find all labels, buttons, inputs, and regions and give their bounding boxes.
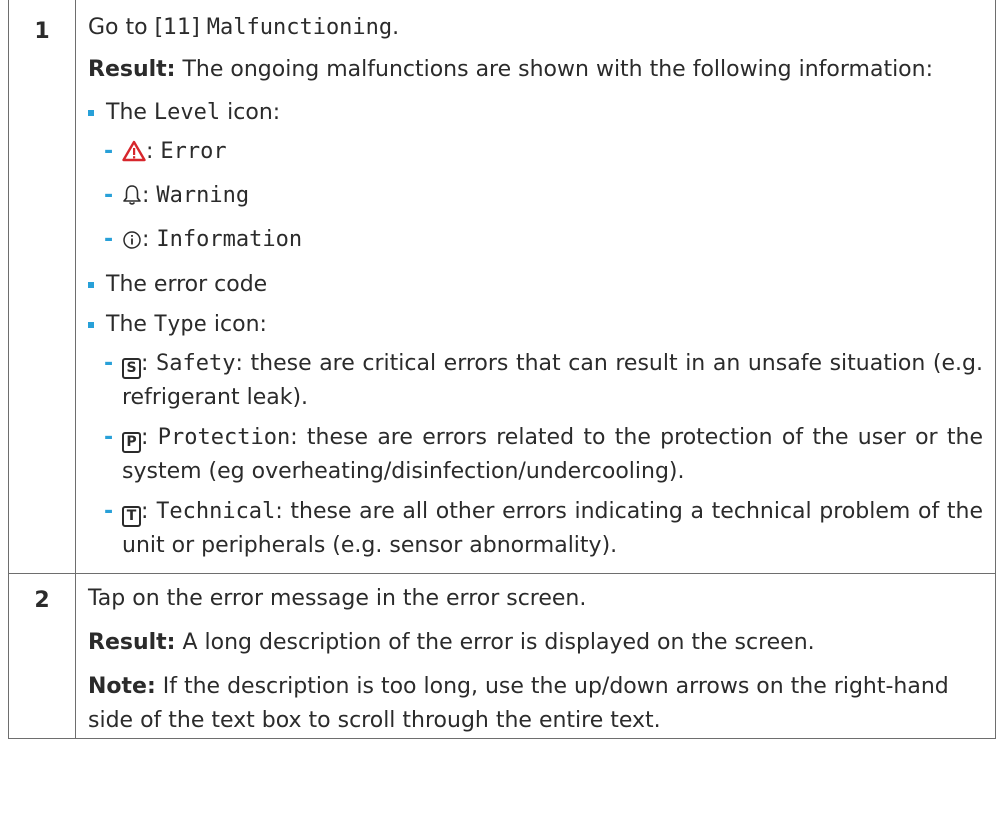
result-text: The ongoing malfunctions are shown with … <box>175 57 933 82</box>
level-information-item: -: Information <box>88 223 983 261</box>
level-warning-item: -: Warning <box>88 179 983 217</box>
step-number: 2 <box>8 573 76 739</box>
procedure-table: 1 Go to [11] Malfunctioning. Result: The… <box>8 0 996 739</box>
tap-instruction: Tap on the error message in the error sc… <box>88 586 587 611</box>
type-prefix: The <box>106 312 154 337</box>
result-label: Result: <box>88 57 176 82</box>
bullet-square-icon <box>88 322 94 328</box>
type-safety-item: -S: Safety: these are critical errors th… <box>88 347 983 415</box>
level-suffix: icon: <box>220 100 281 125</box>
bullet-square-icon <box>88 282 94 288</box>
info-circle-icon <box>122 227 142 261</box>
type-label: Technical <box>156 499 276 524</box>
go-to-suffix: . <box>392 15 400 40</box>
type-technical-item: -T: Technical: these are all other error… <box>88 495 983 563</box>
step-content: Tap on the error message in the error sc… <box>75 573 996 739</box>
technical-badge-icon: T <box>122 506 141 527</box>
bullet-type: The Type icon: <box>88 307 983 343</box>
result-label: Result: <box>88 630 176 655</box>
result-paragraph: Result: A long description of the error … <box>88 626 983 660</box>
step-content: Go to [11] Malfunctioning. Result: The o… <box>75 0 996 574</box>
bullet-level: The Level icon: <box>88 95 983 131</box>
step-row-2: 2 Tap on the error message in the error … <box>8 573 996 739</box>
bell-icon <box>122 183 142 217</box>
type-suffix: icon: <box>206 312 267 337</box>
result-paragraph: Result: The ongoing malfunctions are sho… <box>88 53 983 87</box>
level-label: Error <box>160 139 227 164</box>
type-label: Protection <box>157 425 291 450</box>
level-word: Level <box>153 100 221 125</box>
dash-icon: - <box>104 425 114 450</box>
go-to-prefix: Go to [11] <box>88 15 207 40</box>
step-row-1: 1 Go to [11] Malfunctioning. Result: The… <box>8 0 996 574</box>
note-label: Note: <box>88 674 156 699</box>
bullet-square-icon <box>88 110 94 116</box>
type-label: Safety <box>156 351 236 376</box>
level-prefix: The <box>106 100 154 125</box>
dash-icon: - <box>104 227 114 252</box>
level-error-item: -: Error <box>88 135 983 173</box>
protection-badge-icon: P <box>122 432 141 453</box>
note-paragraph: Note: If the description is too long, us… <box>88 670 983 738</box>
warning-triangle-icon <box>122 139 146 173</box>
dash-icon: - <box>104 499 114 524</box>
bullet-error-code: The error code <box>88 267 983 303</box>
type-word: Type <box>153 312 207 337</box>
dash-icon: - <box>104 351 114 376</box>
step-number: 1 <box>8 0 76 574</box>
level-label: Warning <box>156 183 250 208</box>
dash-icon: - <box>104 139 114 164</box>
result-text: A long description of the error is displ… <box>175 630 815 655</box>
error-code-text: The error code <box>106 272 268 297</box>
safety-badge-icon: S <box>122 358 141 379</box>
type-protection-item: -P: Protection: these are errors related… <box>88 421 983 489</box>
note-text: If the description is too long, use the … <box>88 674 949 733</box>
go-to-line: Go to [11] Malfunctioning. <box>88 11 983 45</box>
menu-name: Malfunctioning <box>206 15 393 40</box>
type-description: : these are critical errors that can res… <box>122 351 984 410</box>
dash-icon: - <box>104 183 114 208</box>
level-label: Information <box>156 227 303 252</box>
